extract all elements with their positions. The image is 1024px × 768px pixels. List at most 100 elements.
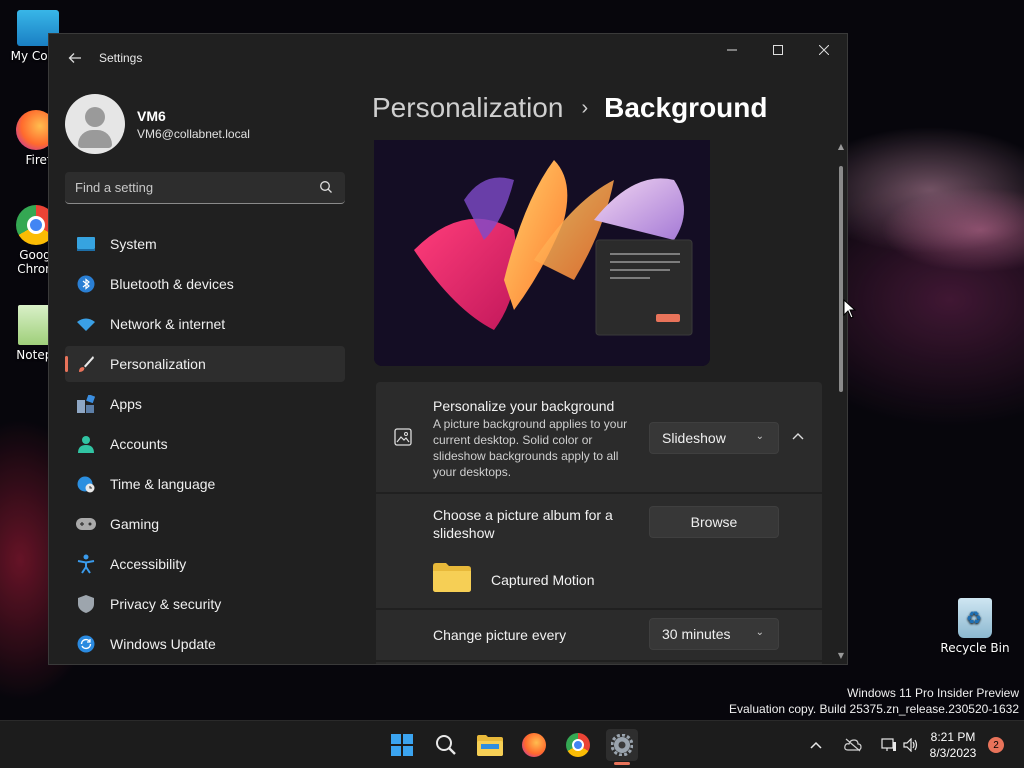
search-icon[interactable] — [319, 180, 333, 194]
page-title: Background — [604, 92, 768, 123]
sidebar-item-label: Privacy & security — [110, 596, 222, 612]
firefox-button[interactable] — [518, 729, 550, 761]
avatar — [65, 94, 125, 154]
globe-clock-icon — [76, 474, 96, 494]
sidebar-item-label: System — [110, 236, 157, 252]
sidebar-item-apps[interactable]: Apps — [65, 386, 345, 422]
search-button[interactable] — [430, 729, 462, 761]
gamepad-icon — [76, 514, 96, 534]
scrollbar-thumb[interactable] — [839, 166, 843, 392]
background-type-dropdown[interactable]: Slideshow ⌄ — [649, 422, 779, 454]
system-tray — [806, 721, 922, 768]
profile-name: VM6 — [137, 107, 166, 124]
folder-icon — [433, 563, 471, 592]
sidebar-item-label: Gaming — [110, 516, 160, 532]
breadcrumb-parent[interactable]: Personalization — [372, 92, 563, 124]
file-explorer-button[interactable] — [474, 729, 506, 761]
picture-icon — [394, 428, 412, 446]
album-title-line-1: Choose a picture album for a — [433, 507, 613, 523]
breadcrumb-separator: › — [581, 96, 589, 119]
personalize-title: Personalize your background — [433, 398, 615, 414]
desktop-icon-recycle-bin[interactable]: ♻ Recycle Bin — [940, 598, 1010, 655]
watermark-line-2: Evaluation copy. Build 25375.zn_release.… — [729, 702, 1019, 716]
browse-button[interactable]: Browse — [649, 506, 779, 538]
content-pane: Personalization › Background ▲ ▼ Persona… — [359, 82, 847, 664]
bluetooth-icon — [76, 274, 96, 294]
recycle-bin-icon: ♻ — [958, 598, 992, 638]
evaluation-watermark: Windows 11 Pro Insider Preview Evaluatio… — [729, 685, 1019, 717]
search-input[interactable] — [65, 180, 305, 195]
interval-dropdown[interactable]: 30 minutes ⌄ — [649, 618, 779, 650]
sidebar-item-system[interactable]: System — [65, 226, 345, 262]
scroll-up-icon[interactable]: ▲ — [838, 142, 844, 151]
sidebar-item-personalization[interactable]: Personalization — [65, 346, 345, 382]
minimize-button[interactable] — [709, 34, 755, 66]
windows-logo-icon — [391, 734, 413, 756]
mouse-cursor — [843, 299, 857, 319]
settings-window: Settings VM6 VM6@collabnet.local Find a … — [48, 33, 848, 665]
sidebar-item-gaming[interactable]: Gaming — [65, 506, 345, 542]
search-box[interactable] — [65, 172, 345, 204]
wifi-icon — [76, 314, 96, 334]
back-arrow-icon — [68, 53, 81, 63]
app-title: Settings — [99, 51, 143, 65]
accessibility-icon — [76, 554, 96, 574]
personalize-description: A picture background applies to your cur… — [433, 417, 628, 479]
maximize-button[interactable] — [755, 34, 801, 66]
sidebar-item-time-language[interactable]: Time & language — [65, 466, 345, 502]
person-icon — [76, 434, 96, 454]
sidebar-item-network[interactable]: Network & internet — [65, 306, 345, 342]
sidebar-item-label: Accounts — [110, 436, 168, 452]
wallpaper-preview-image — [374, 140, 710, 366]
sidebar-item-accessibility[interactable]: Accessibility — [65, 546, 345, 582]
change-picture-card: Change picture every 30 minutes ⌄ — [376, 610, 822, 660]
volume-icon[interactable] — [900, 738, 922, 752]
back-button[interactable] — [63, 46, 87, 70]
watermark-line-1: Windows 11 Pro Insider Preview — [847, 686, 1019, 700]
notification-badge[interactable]: 2 — [988, 737, 1004, 753]
minimize-icon — [727, 49, 737, 51]
sidebar-item-label: Network & internet — [110, 316, 226, 332]
sidebar-item-privacy[interactable]: Privacy & security — [65, 586, 345, 622]
apps-icon — [76, 394, 96, 414]
settings-taskbar-button[interactable] — [606, 729, 638, 761]
user-profile[interactable]: VM6 VM6@collabnet.local — [49, 82, 359, 158]
maximize-icon — [773, 45, 783, 55]
sidebar-item-label: Windows Update — [110, 636, 216, 652]
scroll-down-icon[interactable]: ▼ — [838, 651, 844, 660]
chevron-down-icon: ⌄ — [755, 627, 764, 638]
close-button[interactable] — [801, 34, 847, 66]
clock-time: 8:21 PM — [930, 730, 976, 744]
cloud-offline-icon[interactable] — [838, 738, 868, 752]
chrome-button[interactable] — [562, 729, 594, 761]
sidebar-item-windows-update[interactable]: Windows Update — [65, 626, 345, 662]
chevron-up-icon — [792, 433, 804, 440]
brush-icon — [76, 354, 96, 374]
collapse-button[interactable] — [784, 422, 812, 450]
shield-icon — [76, 594, 96, 614]
clock-date: 8/3/2023 — [929, 746, 977, 760]
picture-album-card: Choose a picture album for a slideshow B… — [376, 494, 822, 608]
show-hidden-icons-chevron-icon[interactable] — [806, 741, 826, 749]
search-icon — [436, 735, 456, 755]
sidebar-item-label: Personalization — [110, 356, 206, 372]
title-bar: Settings — [49, 34, 847, 82]
dropdown-value: Slideshow — [662, 430, 726, 446]
chevron-down-icon: ⌄ — [755, 431, 764, 442]
taskbar-clock[interactable]: 8:21 PM 8/3/2023 — [920, 729, 986, 761]
dropdown-value: 30 minutes — [662, 626, 731, 642]
sidebar-item-label: Time & language — [110, 476, 216, 492]
sidebar-item-bluetooth[interactable]: Bluetooth & devices — [65, 266, 345, 302]
monitor-icon — [76, 234, 96, 254]
sidebar-item-label: Apps — [110, 396, 142, 412]
sidebar-item-accounts[interactable]: Accounts — [65, 426, 345, 462]
taskbar: 8:21 PM 8/3/2023 2 — [0, 720, 1024, 768]
interval-label: Change picture every — [433, 627, 567, 643]
network-icon[interactable] — [878, 738, 900, 752]
profile-email: VM6@collabnet.local — [137, 126, 250, 141]
sidebar: VM6 VM6@collabnet.local System Bluetooth… — [49, 82, 359, 664]
album-folder-name: Captured Motion — [491, 572, 595, 588]
notepad-icon — [18, 305, 50, 345]
next-setting-card — [376, 662, 822, 664]
start-button[interactable] — [386, 729, 418, 761]
